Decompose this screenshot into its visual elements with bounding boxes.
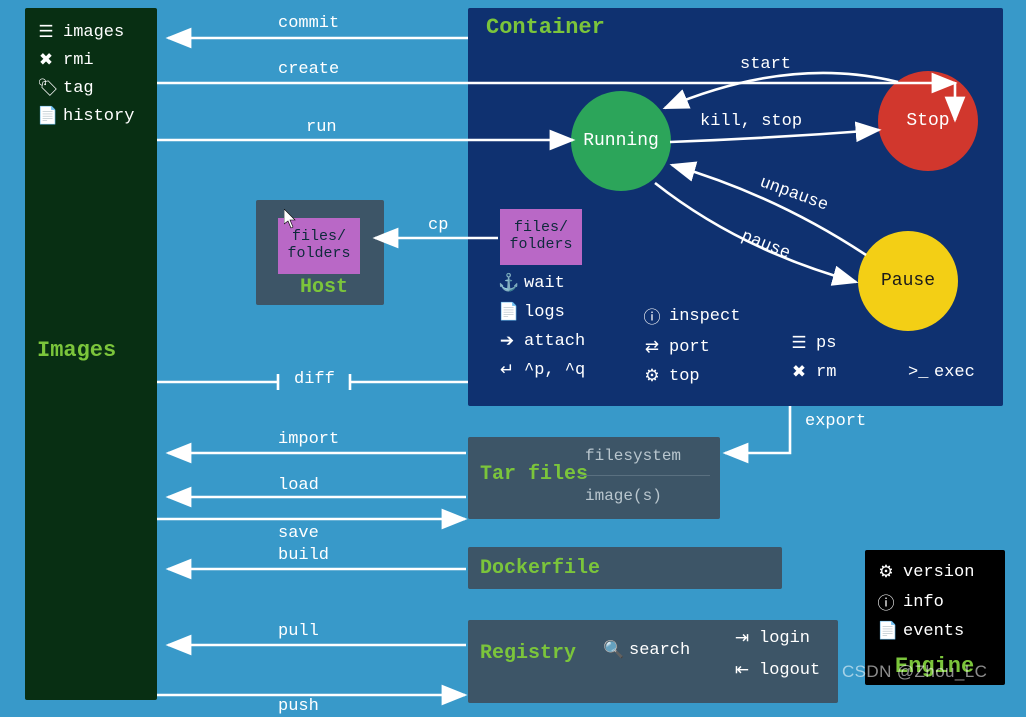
label-build: build <box>278 546 329 565</box>
label-export: export <box>805 412 866 431</box>
label-killstop: kill, stop <box>700 112 802 131</box>
watermark: CSDN @Zhou_LC <box>842 662 987 682</box>
label-commit: commit <box>278 14 339 33</box>
label-start: start <box>740 55 791 74</box>
label-push: push <box>278 697 319 716</box>
label-create: create <box>278 60 339 79</box>
arrow-killstop <box>670 130 879 142</box>
label-cp: cp <box>428 216 448 235</box>
label-diff: diff <box>294 370 335 389</box>
label-import: import <box>278 430 339 449</box>
label-pull: pull <box>278 622 319 641</box>
label-save: save <box>278 524 319 543</box>
arrow-start <box>665 73 898 108</box>
label-load: load <box>278 476 319 495</box>
arrows-svg <box>0 0 1026 713</box>
arrow-export <box>725 406 790 453</box>
label-run: run <box>306 118 337 137</box>
